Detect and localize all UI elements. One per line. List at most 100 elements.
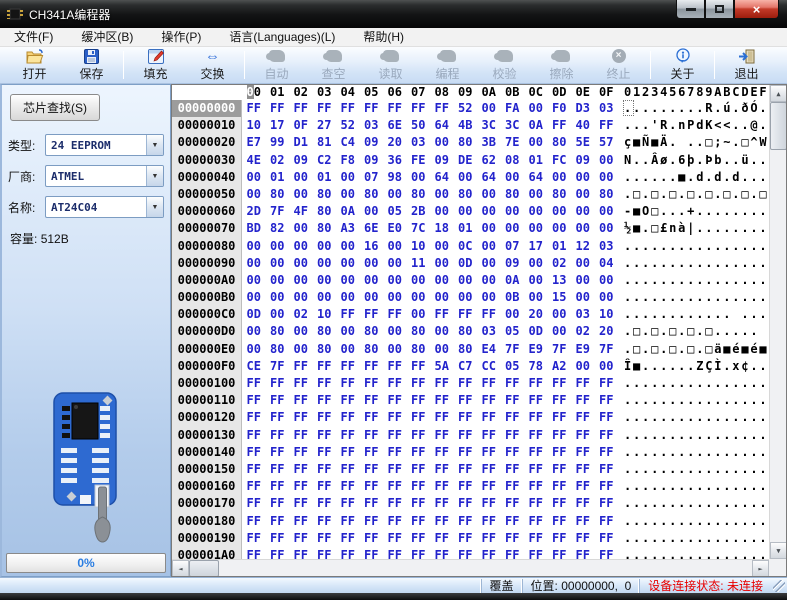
hex-byte-cell[interactable]: FF [383,530,407,547]
hex-byte-cell[interactable]: BD [242,220,266,237]
hex-byte-cell[interactable]: 4F [289,203,313,220]
hex-byte-cell[interactable]: FF [360,478,384,495]
hex-byte-cell[interactable]: 00 [242,323,266,340]
hex-byte-cell[interactable]: FF [454,495,478,512]
hex-byte-cell[interactable]: 80 [548,134,572,151]
hex-byte-cell[interactable]: FF [266,461,290,478]
hex-byte-cell[interactable]: FF [454,530,478,547]
hex-byte-cell[interactable]: FF [595,117,619,134]
hex-byte-cell[interactable]: 80 [595,186,619,203]
ascii-cell[interactable]: ................ [624,392,768,409]
hex-byte-cell[interactable]: 27 [313,117,337,134]
hex-byte-cell[interactable]: 3B [477,134,501,151]
ascii-cell[interactable]: Î■......ZÇÌ.x¢.. [624,358,768,375]
hex-byte-cell[interactable]: FF [289,358,313,375]
ascii-cell[interactable]: ................ [624,272,768,289]
hex-byte-cell[interactable]: 00 [430,238,454,255]
hex-byte-cell[interactable]: 00 [571,186,595,203]
swap-button[interactable]: ⇔ 交换 [184,48,241,82]
hex-byte-cell[interactable]: FF [289,478,313,495]
hex-byte-cell[interactable]: 07 [501,238,525,255]
hex-byte-cell[interactable]: FF [336,427,360,444]
hex-byte-cell[interactable]: 00 [266,272,290,289]
hex-byte-cell[interactable]: FF [289,513,313,530]
hex-byte-cell[interactable]: 3C [477,117,501,134]
hex-byte-cell[interactable]: FF [595,375,619,392]
vertical-scroll-thumb[interactable] [770,102,787,150]
hex-byte-cell[interactable]: FF [548,530,572,547]
hex-byte-cell[interactable]: 00 [289,255,313,272]
hex-byte-cell[interactable]: 01 [524,152,548,169]
hex-byte-cell[interactable]: FF [336,100,360,117]
hex-byte-cell[interactable]: 00 [407,289,431,306]
hex-byte-cell[interactable]: FF [266,513,290,530]
hex-byte-cell[interactable]: D1 [289,134,313,151]
hex-byte-cell[interactable]: 00 [360,203,384,220]
hex-byte-cell[interactable]: FF [336,375,360,392]
hex-byte-cell[interactable]: A3 [336,220,360,237]
hex-byte-cell[interactable]: FF [454,409,478,426]
hex-byte-cell[interactable]: FF [454,306,478,323]
hex-byte-cell[interactable]: FF [571,392,595,409]
hex-byte-cell[interactable]: 6E [360,220,384,237]
hex-byte-cell[interactable]: FF [313,100,337,117]
hex-byte-cell[interactable]: 00 [383,289,407,306]
hex-byte-cell[interactable]: 00 [430,341,454,358]
hex-byte-cell[interactable]: FE [407,152,431,169]
hex-byte-cell[interactable]: FF [524,513,548,530]
hex-byte-cell[interactable]: 64 [430,169,454,186]
hex-byte-cell[interactable]: FF [548,495,572,512]
hex-byte-cell[interactable]: FF [266,392,290,409]
hex-byte-cell[interactable]: FF [430,409,454,426]
hex-byte-cell[interactable]: FF [289,530,313,547]
hex-byte-cell[interactable]: FF [266,444,290,461]
hex-byte-cell[interactable]: 00 [383,255,407,272]
close-button[interactable]: × [734,0,779,19]
hex-byte-cell[interactable]: 7F [595,341,619,358]
chevron-down-icon[interactable]: ▼ [146,135,163,155]
hex-byte-cell[interactable]: FF [454,461,478,478]
hex-byte-cell[interactable]: 00 [313,255,337,272]
hex-byte-cell[interactable]: FF [524,427,548,444]
hex-byte-cell[interactable]: FF [501,478,525,495]
hex-byte-cell[interactable]: FF [477,427,501,444]
hex-byte-cell[interactable]: 80 [454,341,478,358]
resize-grip[interactable] [773,580,785,592]
hex-byte-cell[interactable]: 00 [548,220,572,237]
hex-byte-cell[interactable]: 00 [336,341,360,358]
hex-byte-cell[interactable]: 80 [407,323,431,340]
hex-byte-cell[interactable]: FF [313,530,337,547]
hex-byte-cell[interactable]: FF [313,461,337,478]
hex-byte-cell[interactable]: 00 [266,238,290,255]
hex-byte-cell[interactable]: FF [595,427,619,444]
hex-byte-cell[interactable]: 00 [524,272,548,289]
hex-byte-cell[interactable]: FF [407,100,431,117]
chip-name-select[interactable]: AT24C04 ▼ [45,196,164,218]
hex-byte-cell[interactable]: FF [454,513,478,530]
hex-byte-cell[interactable]: FF [524,444,548,461]
auto-button[interactable]: 自动 [248,48,305,82]
hex-byte-cell[interactable]: 01 [454,220,478,237]
hex-byte-cell[interactable]: 02 [266,152,290,169]
hex-byte-cell[interactable]: FF [595,495,619,512]
about-button[interactable]: 关于 [654,48,711,82]
ascii-cell[interactable]: ½■.□£nà|........ [624,220,768,237]
hex-byte-cell[interactable]: 00 [313,238,337,255]
hex-byte-cell[interactable]: 80 [313,220,337,237]
hex-byte-cell[interactable]: FF [289,444,313,461]
hex-byte-cell[interactable]: 00 [289,220,313,237]
hex-byte-cell[interactable]: 00 [477,238,501,255]
hex-byte-cell[interactable]: FF [360,495,384,512]
hex-byte-cell[interactable]: FF [336,306,360,323]
hex-byte-cell[interactable]: 64 [477,169,501,186]
ascii-cell[interactable]: .□.□.□.□.□ä■é■é■ [624,341,768,358]
hex-byte-cell[interactable]: 40 [571,117,595,134]
hex-byte-cell[interactable]: FF [524,461,548,478]
hex-byte-cell[interactable]: 15 [548,289,572,306]
hex-byte-cell[interactable]: 00 [430,323,454,340]
hex-byte-cell[interactable]: 62 [477,152,501,169]
hex-byte-cell[interactable]: 00 [360,255,384,272]
hex-byte-cell[interactable]: FF [313,358,337,375]
hex-byte-cell[interactable]: FF [548,427,572,444]
hex-byte-cell[interactable]: 80 [266,341,290,358]
